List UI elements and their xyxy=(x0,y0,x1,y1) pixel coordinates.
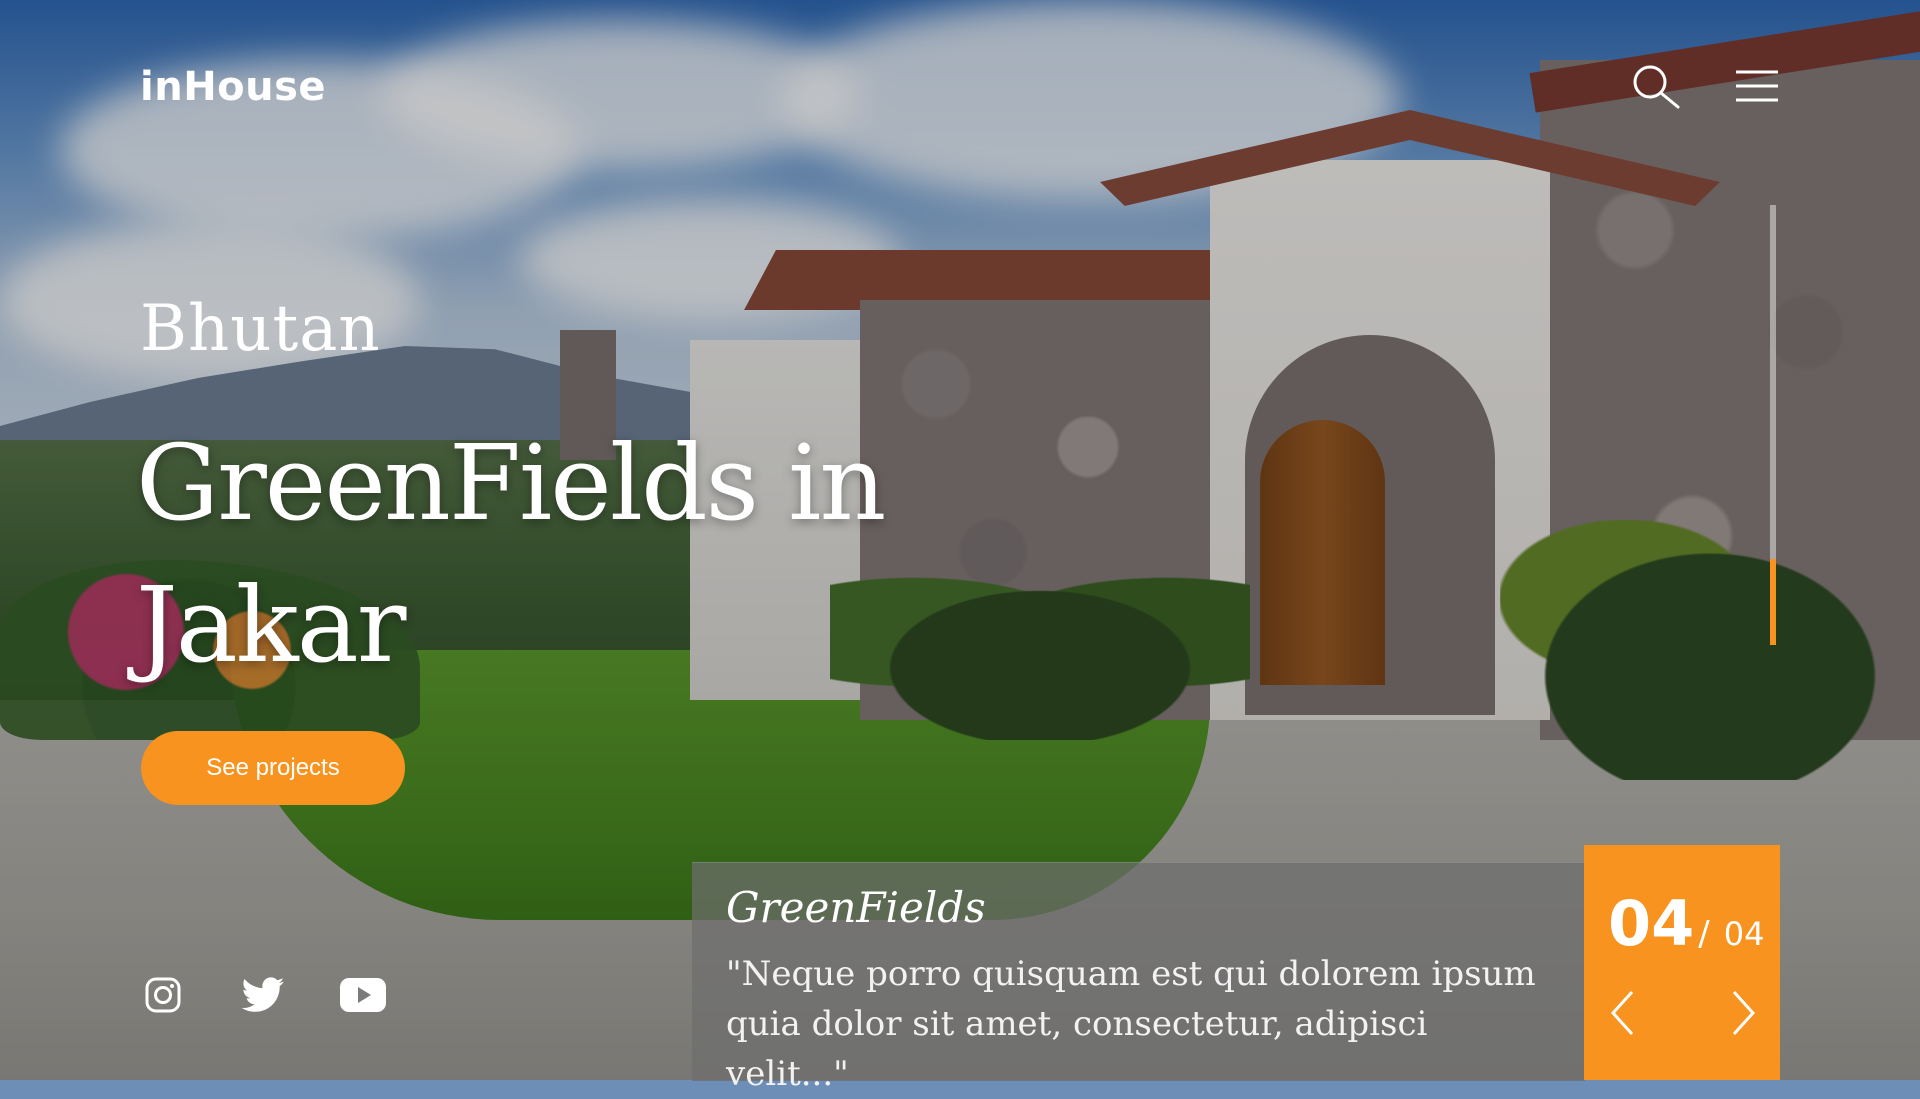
instagram-icon xyxy=(145,977,181,1013)
project-title-line2: Jakar xyxy=(136,564,406,686)
current-slide-number: 04 xyxy=(1608,887,1695,960)
hamburger-menu-icon xyxy=(1736,70,1778,102)
slide-indicator-bar-1[interactable] xyxy=(1770,205,1776,323)
search-button[interactable] xyxy=(1628,62,1684,110)
search-icon xyxy=(1633,65,1680,109)
slide-indicator-bar-2[interactable] xyxy=(1770,323,1776,441)
twitter-link[interactable] xyxy=(240,972,286,1018)
youtube-icon xyxy=(340,978,386,1012)
slide-indicator-bar-3[interactable] xyxy=(1770,441,1776,559)
social-links xyxy=(140,972,386,1018)
slide-counter: 04 / 04 xyxy=(1608,887,1764,960)
header-actions xyxy=(1628,62,1785,110)
youtube-link[interactable] xyxy=(340,972,386,1018)
next-slide-button[interactable] xyxy=(1724,985,1764,1041)
project-quote-card: GreenFields "Neque porro quisquam est qu… xyxy=(692,862,1585,1094)
slide-indicator-bar-4[interactable] xyxy=(1770,559,1776,645)
slide-pager: 04 / 04 xyxy=(1584,845,1780,1080)
chevron-left-icon xyxy=(1610,990,1634,1036)
menu-button[interactable] xyxy=(1729,62,1785,110)
total-slide-number: 04 xyxy=(1723,915,1765,953)
see-projects-button[interactable]: See projects xyxy=(141,731,405,805)
card-quote: "Neque porro quisquam est qui dolorem ip… xyxy=(726,954,1536,1094)
chevron-right-icon xyxy=(1732,990,1756,1036)
project-title-line1: GreenFields in xyxy=(136,422,886,544)
project-title: GreenFields in Jakar xyxy=(136,412,896,696)
twitter-icon xyxy=(241,977,284,1012)
instagram-link[interactable] xyxy=(140,972,186,1018)
previous-slide-button[interactable] xyxy=(1602,985,1642,1041)
counter-separator: / xyxy=(1698,914,1710,954)
slide-indicator xyxy=(1770,205,1776,645)
brand-logo[interactable]: inHouse xyxy=(140,64,326,110)
location-label: Bhutan xyxy=(140,292,381,366)
card-title: GreenFields xyxy=(726,883,986,932)
